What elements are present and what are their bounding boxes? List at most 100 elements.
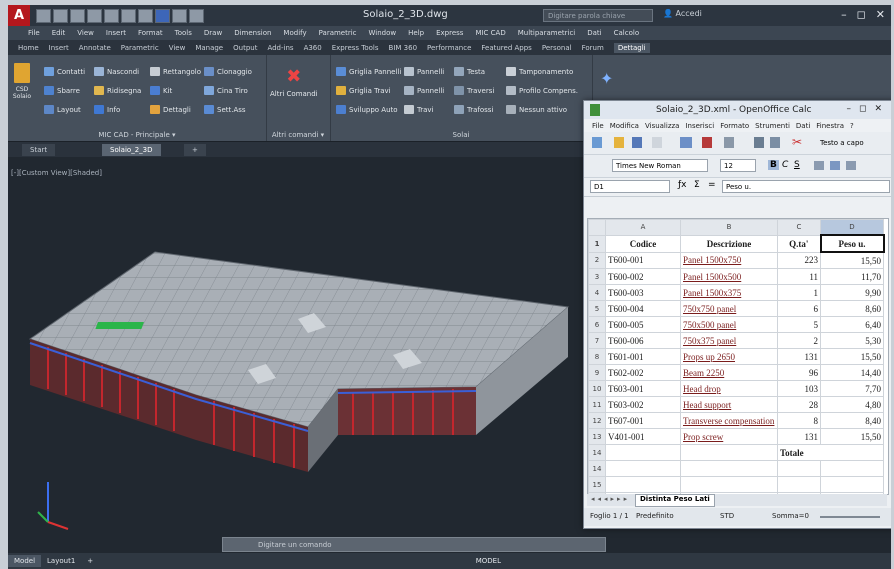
autocad-logo[interactable]: A [8,5,30,26]
description-cell[interactable]: Head support [680,396,778,413]
align-left-icon[interactable] [814,161,824,170]
code-cell[interactable]: T603-001 [605,380,681,397]
altri-comandi-button[interactable]: ✖ Altri Comandi [270,67,318,99]
weight-cell[interactable]: 4,80 [820,396,884,413]
description-cell[interactable]: Beam 2250 [680,364,778,381]
ridisegna-button[interactable]: Ridisegna [94,86,141,95]
ribbon-group-label[interactable]: MIC CAD - Principale ▾ [8,131,266,139]
quantity-cell[interactable]: 131 [777,428,821,445]
wrap-text-button[interactable]: Testo a capo [820,139,864,147]
bold-button[interactable]: B [768,160,779,170]
open-icon[interactable] [53,8,68,23]
weight-cell[interactable]: 15,50 [820,428,884,445]
profilo-compens-button[interactable]: Profilo Compens. [506,86,578,95]
ribbon-tab-express-tools[interactable]: Express Tools [332,44,379,52]
calc-menu-file[interactable]: File [592,122,604,130]
code-cell[interactable]: T603-002 [605,396,681,413]
description-cell[interactable]: Panel 1500x375 [680,284,778,301]
calc-menu-visualizza[interactable]: Visualizza [645,122,679,130]
weight-cell[interactable]: 15,50 [820,251,884,269]
ribbon-tab-home[interactable]: Home [18,44,39,52]
griglia-pannelli-button[interactable]: Griglia Pannelli [336,67,401,76]
sheet-tab[interactable]: Distinta Peso Lati [635,494,715,507]
code-cell[interactable]: T607-001 [605,412,681,429]
nascondi-button[interactable]: Nascondi [94,67,139,76]
description-cell[interactable]: 750x375 panel [680,332,778,349]
dettagli-button[interactable]: Dettagli [150,105,191,114]
weight-cell[interactable]: 11,70 [820,268,884,285]
menu-modify[interactable]: Modify [283,29,306,37]
font-name-select[interactable]: Times New Roman [612,159,708,172]
weight-cell[interactable]: 6,40 [820,316,884,333]
ribbon-tab-output[interactable]: Output [233,44,257,52]
quantity-cell[interactable]: 1 [777,284,821,301]
code-cell[interactable]: T602-002 [605,364,681,381]
row-number[interactable]: 14 [588,444,606,461]
menu-parametric[interactable]: Parametric [319,29,357,37]
save-as-icon[interactable] [87,8,102,23]
plugin-button[interactable]: ✦ [600,69,613,88]
clonaggio-button[interactable]: Clonaggio [204,67,252,76]
zoom-slider[interactable] [820,516,880,518]
total-label[interactable]: Totale [777,444,884,461]
row-number[interactable]: 1 [588,234,606,253]
weight-cell[interactable]: 7,70 [820,380,884,397]
doc-tab-start[interactable]: Start [22,144,56,156]
quantity-cell[interactable]: 223 [777,251,821,269]
autospell-icon[interactable] [770,137,780,148]
quantity-cell[interactable]: 8 [777,412,821,429]
nessun-attivo-button[interactable]: Nessun attivo [506,105,567,114]
menu-help[interactable]: Help [408,29,424,37]
maximize-button[interactable]: ◻ [857,8,866,21]
empty-cell[interactable] [680,460,778,477]
align-right-icon[interactable] [846,161,856,170]
empty-cell[interactable] [820,460,884,477]
ribbon-tab-forum[interactable]: Forum [582,44,604,52]
calc-maximize-button[interactable]: ◻ [859,104,874,114]
ribbon-tab-a360[interactable]: A360 [304,44,322,52]
cut-icon[interactable]: ✂ [792,135,802,149]
trafossi-button[interactable]: Trafossi [454,105,493,114]
empty-cell[interactable] [605,444,681,461]
undo-icon[interactable] [121,8,136,23]
page-style[interactable]: Predefinito [636,512,674,520]
layout-button[interactable]: Layout [44,105,81,114]
empty-cell[interactable] [777,476,821,493]
spreadsheet-grid[interactable]: A B C D 1 Codice Descrizione Q.ta' Peso … [587,218,889,495]
calc-menu-help[interactable]: ? [850,122,854,130]
calc-menu-formato[interactable]: Formato [720,122,749,130]
ribbon-tab-dettagli[interactable]: Dettagli [613,42,650,53]
close-button[interactable]: ✕ [876,8,885,21]
pannelli-2-button[interactable]: Pannelli [404,86,444,95]
weight-cell[interactable]: 8,60 [820,300,884,317]
menu-window[interactable]: Window [369,29,397,37]
menu-tools[interactable]: Tools [175,29,192,37]
ribbon-tab-addins[interactable]: Add-ins [267,44,293,52]
row-number[interactable]: 8 [588,348,606,365]
weight-cell[interactable]: 8,40 [820,412,884,429]
ribbon-tab-manage[interactable]: Manage [195,44,223,52]
quantity-cell[interactable]: 96 [777,364,821,381]
calc-menu-strumenti[interactable]: Strumenti [755,122,790,130]
quantity-cell[interactable]: 28 [777,396,821,413]
menu-calcolo[interactable]: Calcolo [614,29,639,37]
ribbon-tab-parametric[interactable]: Parametric [121,44,159,52]
ribbon-tab-bim360[interactable]: BIM 360 [389,44,418,52]
menu-file[interactable]: File [28,29,40,37]
travi-button[interactable]: Travi [404,105,434,114]
header-cell[interactable]: Descrizione [680,234,778,253]
calc-close-button[interactable]: ✕ [874,104,890,114]
search-input[interactable]: Digitare parola chiave [543,9,653,22]
row-number[interactable]: 4 [588,284,606,301]
quantity-cell[interactable]: 11 [777,268,821,285]
doc-tab-solaio[interactable]: Solaio_2_3D [102,144,161,156]
column-header-c[interactable]: C [777,219,821,236]
align-center-icon[interactable] [830,161,840,170]
quantity-cell[interactable]: 6 [777,300,821,317]
plot-icon[interactable] [155,8,170,23]
user-sign-in[interactable]: 👤 Accedi [663,9,702,18]
row-number[interactable]: 3 [588,268,606,285]
model-tab[interactable]: Model [8,555,42,567]
weight-cell[interactable]: 5,30 [820,332,884,349]
sum-icon[interactable]: Σ [694,180,700,190]
